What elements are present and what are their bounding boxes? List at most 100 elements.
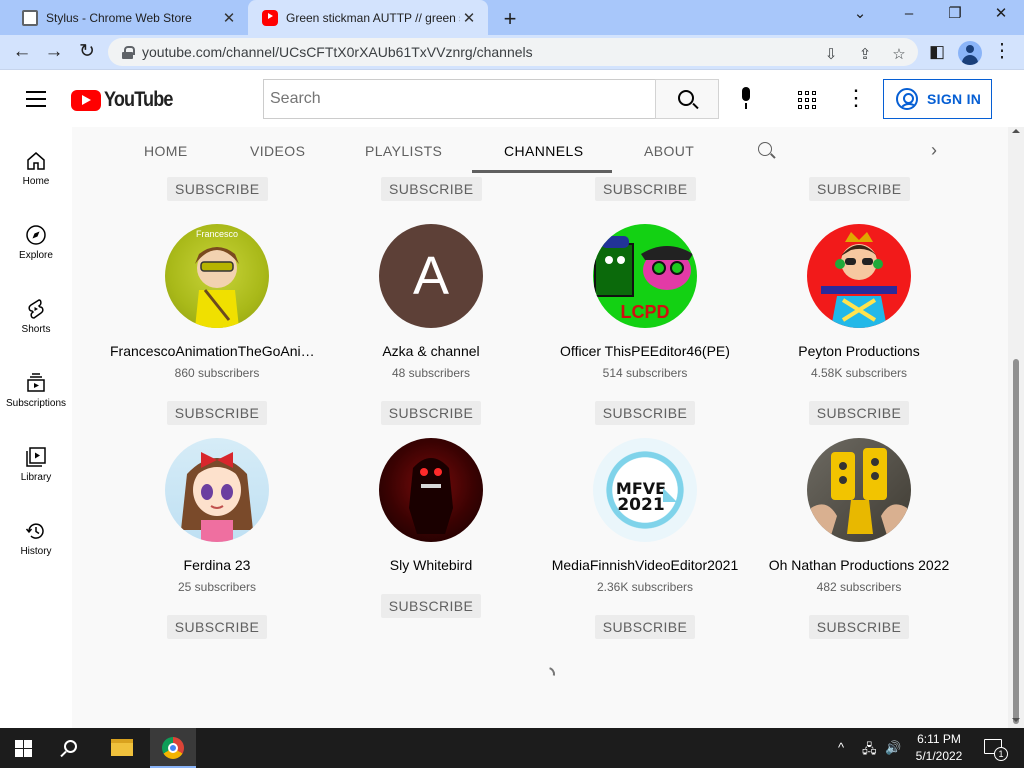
shorts-icon — [28, 299, 44, 319]
forward-icon[interactable]: → — [42, 41, 66, 65]
channel-name[interactable]: Peyton Productions — [752, 341, 966, 361]
tab-home[interactable]: HOME — [144, 143, 188, 159]
guide-item-library[interactable]: Library — [0, 445, 72, 483]
subscribe-button[interactable]: SUBSCRIBE — [594, 615, 696, 639]
channel-name[interactable]: Sly Whitebird — [324, 555, 538, 575]
tab-chrome-web-store[interactable]: Stylus - Chrome Web Store ✕ — [8, 0, 248, 35]
minimize-icon[interactable]: – — [894, 4, 924, 24]
windows-start-icon[interactable] — [15, 740, 32, 757]
page-scrollbar[interactable] — [1008, 127, 1024, 728]
guide-item-history[interactable]: History — [0, 519, 72, 557]
settings-menu-icon[interactable]: ⋮ — [845, 85, 867, 111]
subscribe-button[interactable]: SUBSCRIBE — [166, 401, 268, 425]
clock-date: 5/1/2022 — [915, 749, 963, 763]
channel-card[interactable]: Ferdina 23 25 subscribers SUBSCRIBE — [110, 438, 324, 639]
chevron-right-icon[interactable]: › — [931, 140, 937, 161]
channel-avatar[interactable] — [807, 224, 911, 328]
channel-card[interactable]: Sly Whitebird SUBSCRIBE — [324, 438, 538, 618]
close-tab-icon[interactable]: ✕ — [220, 9, 238, 27]
channel-name[interactable]: MediaFinnishVideoEditor2021 — [538, 555, 752, 575]
new-tab-icon[interactable]: + — [498, 6, 522, 32]
subscribe-button[interactable]: SUBSCRIBE — [166, 615, 268, 639]
apps-grid-icon[interactable] — [798, 91, 816, 109]
sign-in-button[interactable]: SIGN IN — [883, 79, 992, 119]
sign-in-label: SIGN IN — [927, 91, 982, 107]
tab-playlists[interactable]: PLAYLISTS — [365, 143, 442, 159]
scroll-down-arrow-icon[interactable] — [1012, 718, 1020, 722]
subscribe-button[interactable]: SUBSCRIBE — [809, 177, 910, 201]
subscribe-button[interactable]: SUBSCRIBE — [595, 177, 696, 201]
volume-icon[interactable]: 🔊 — [885, 740, 901, 756]
close-tab-icon[interactable]: ✕ — [460, 9, 478, 27]
subscribe-button[interactable]: SUBSCRIBE — [381, 177, 482, 201]
channel-name[interactable]: Oh Nathan Productions 2022 — [752, 555, 966, 575]
file-explorer-icon[interactable] — [111, 739, 133, 756]
channel-avatar[interactable]: LCPD — [593, 224, 697, 328]
subscribe-button[interactable]: SUBSCRIBE — [808, 615, 910, 639]
subscribe-button[interactable]: SUBSCRIBE — [594, 401, 696, 425]
taskbar-chrome-button[interactable] — [150, 728, 196, 768]
subscribe-button[interactable]: SUBSCRIBE — [167, 177, 268, 201]
subscribe-button[interactable]: SUBSCRIBE — [380, 401, 482, 425]
install-icon[interactable]: ⇩ — [820, 45, 842, 63]
system-clock[interactable]: 6:11 PM 5/1/2022 — [908, 731, 970, 765]
bookmark-star-icon[interactable]: ☆ — [888, 45, 910, 63]
channel-tabs: HOME VIDEOS PLAYLISTS CHANNELS ABOUT — [72, 127, 1008, 175]
guide-item-explore[interactable]: Explore — [0, 223, 72, 261]
voice-search-icon[interactable] — [738, 87, 754, 111]
subscribe-button[interactable]: SUBSCRIBE — [380, 594, 482, 618]
tab-search-icon[interactable]: ⌄ — [845, 4, 875, 24]
search-input[interactable] — [263, 79, 656, 119]
show-hidden-icons-icon[interactable]: ^ — [838, 740, 844, 755]
channel-name[interactable]: FrancescoAnimationTheGoAnimator — [110, 341, 324, 361]
channel-search-icon[interactable] — [758, 142, 772, 156]
channel-avatar[interactable]: Francesco — [165, 224, 269, 328]
channel-name[interactable]: Ferdina 23 — [110, 555, 324, 575]
side-panel-icon[interactable]: ◧ — [925, 41, 949, 65]
channel-card[interactable]: LCPD Officer ThisPEEditor46(PE) 514 subs… — [538, 224, 752, 425]
profile-avatar-icon[interactable] — [958, 41, 982, 65]
search-icon — [678, 90, 694, 106]
menu-icon[interactable] — [26, 91, 46, 107]
guide-item-shorts[interactable]: Shorts — [0, 297, 72, 335]
scroll-up-arrow-icon[interactable] — [1012, 129, 1020, 133]
close-window-icon[interactable]: ✕ — [986, 4, 1016, 24]
scrollbar-thumb[interactable] — [1013, 359, 1019, 724]
channel-card[interactable]: MFVE 2021 MediaFinnishVideoEditor2021 2.… — [538, 438, 752, 639]
reload-icon[interactable]: ↻ — [75, 41, 99, 65]
youtube-logo[interactable]: YouTube — [71, 88, 184, 112]
channel-name[interactable]: Azka & channel — [324, 341, 538, 361]
search-button[interactable] — [655, 79, 719, 119]
subscriber-count: 860 subscribers — [174, 366, 260, 380]
chrome-menu-icon[interactable]: ⋮ — [990, 41, 1014, 65]
address-bar[interactable]: youtube.com/channel/UCsCFTtX0rXAUb61TxVV… — [108, 38, 918, 66]
tab-strip: Stylus - Chrome Web Store ✕ Green stickm… — [0, 0, 1024, 35]
guide-item-subscriptions[interactable]: Subscriptions — [0, 371, 72, 409]
channel-card[interactable]: A Azka & channel 48 subscribers SUBSCRIB… — [324, 224, 538, 425]
channel-avatar[interactable] — [165, 438, 269, 542]
channel-card[interactable]: Francesco FrancescoAnimationTheGoAnimato… — [110, 224, 324, 425]
channel-avatar[interactable] — [807, 438, 911, 542]
restore-icon[interactable]: ❐ — [940, 4, 970, 24]
channel-card[interactable]: Oh Nathan Productions 2022 482 subscribe… — [752, 438, 966, 639]
channel-avatar[interactable]: A — [379, 224, 483, 328]
channel-card[interactable]: Peyton Productions 4.58K subscribers SUB… — [752, 224, 966, 425]
dark-creature-avatar — [409, 458, 453, 534]
subscribe-button[interactable]: SUBSCRIBE — [808, 401, 910, 425]
tab-green-stickman[interactable]: Green stickman AUTTP // green stickman ✕ — [248, 0, 488, 35]
lock-icon[interactable] — [122, 45, 135, 59]
tab-channels[interactable]: CHANNELS — [504, 143, 583, 159]
taskbar-search-icon[interactable] — [64, 740, 77, 753]
channel-avatar[interactable] — [379, 438, 483, 542]
guide-label: History — [20, 546, 52, 557]
network-icon[interactable]: 🖧 — [862, 740, 877, 762]
channel-name[interactable]: Officer ThisPEEditor46(PE) — [538, 341, 752, 361]
share-icon[interactable]: ⇪ — [854, 45, 876, 63]
svg-text:Francesco: Francesco — [196, 229, 238, 239]
tab-videos[interactable]: VIDEOS — [250, 143, 305, 159]
guide-item-home[interactable]: Home — [0, 149, 72, 187]
compass-icon — [26, 225, 46, 245]
back-icon[interactable]: ← — [10, 41, 34, 65]
channel-avatar[interactable]: MFVE 2021 — [593, 438, 697, 542]
tab-about[interactable]: ABOUT — [644, 143, 694, 159]
